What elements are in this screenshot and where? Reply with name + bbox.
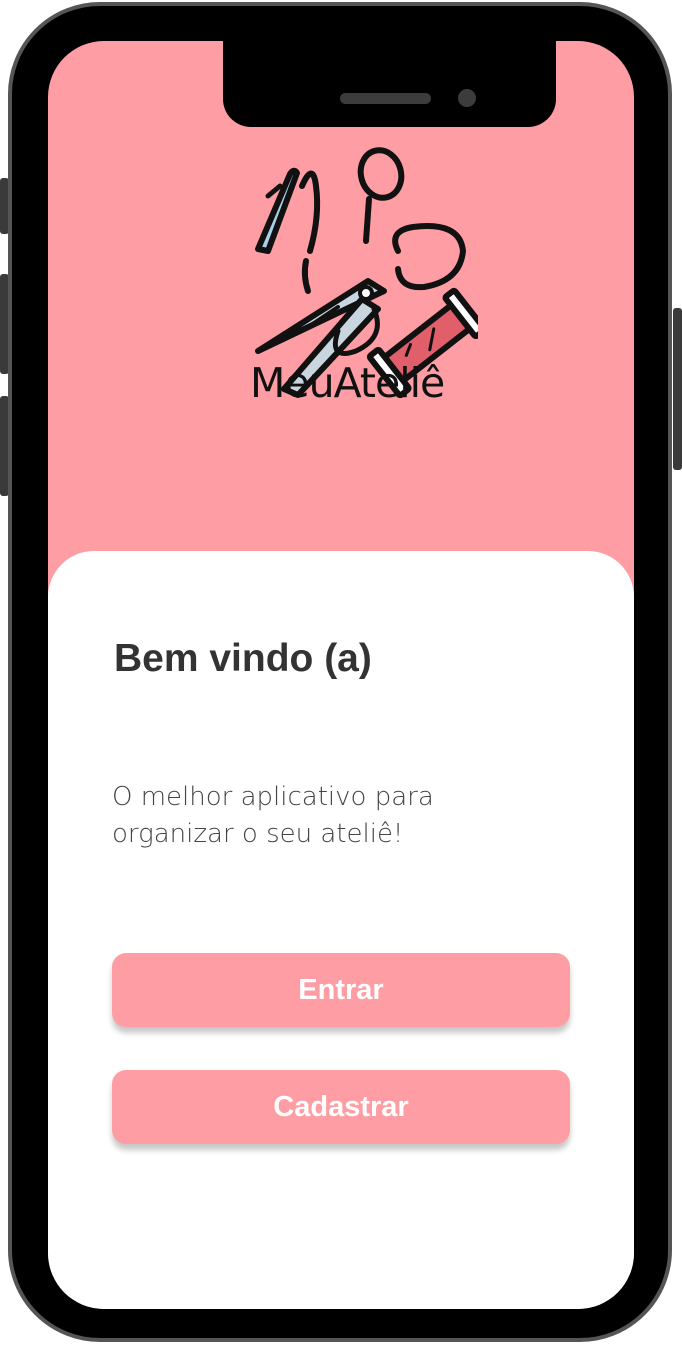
welcome-title: Bem vindo (a): [114, 637, 372, 680]
speaker-grille: [340, 93, 431, 104]
power-button: [673, 308, 682, 470]
phone-notch: [223, 41, 556, 127]
app-screen: MeuAteliê Bem vindo (a) O melhor aplicat…: [48, 41, 634, 1309]
register-button[interactable]: Cadastrar: [112, 1070, 570, 1144]
app-logo-text: MeuAteliê: [250, 359, 445, 407]
welcome-card: Bem vindo (a) O melhor aplicativo para o…: [48, 551, 634, 1309]
needle-icon: [255, 167, 300, 254]
enter-button[interactable]: Entrar: [112, 953, 570, 1027]
welcome-subtitle: O melhor aplicativo para organizar o seu…: [112, 782, 434, 849]
front-camera: [458, 89, 476, 107]
